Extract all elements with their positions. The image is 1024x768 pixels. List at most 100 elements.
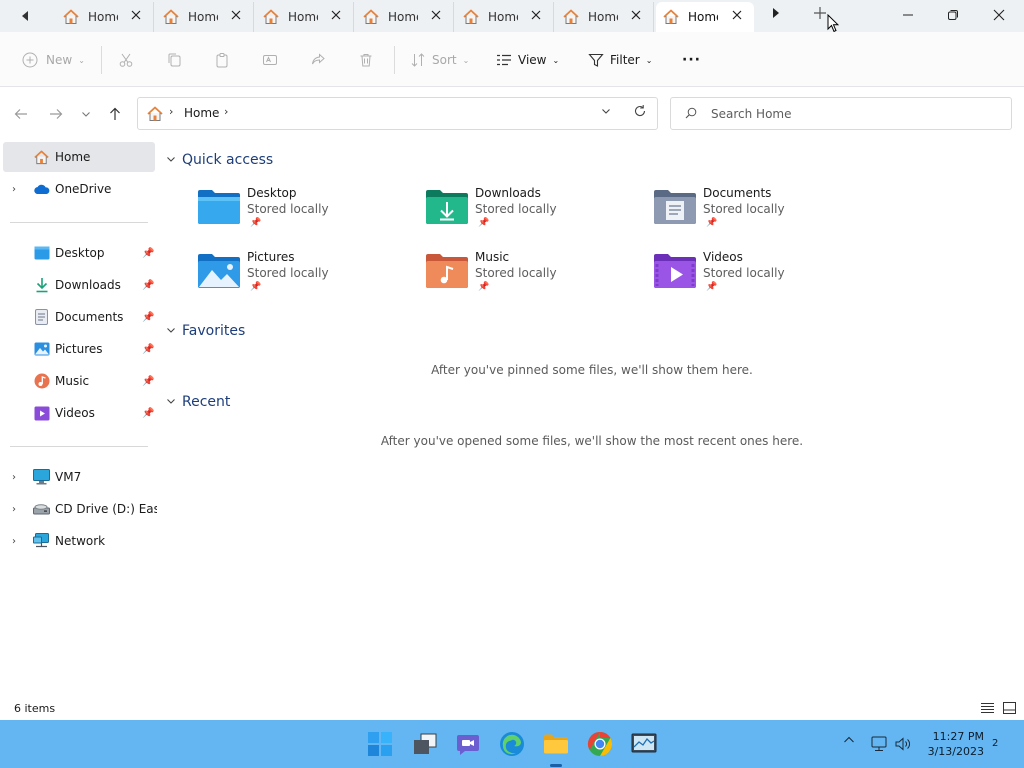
close-tab-button[interactable] — [629, 9, 643, 23]
resource-monitor-button[interactable] — [630, 730, 658, 758]
home-icon — [362, 8, 380, 26]
tab-scroll-left-button[interactable] — [14, 7, 36, 25]
sidebar-item-music[interactable]: Music 📌 — [3, 366, 155, 396]
start-button[interactable] — [366, 730, 394, 758]
close-icon — [631, 10, 641, 20]
tab-home[interactable]: Home — [356, 2, 454, 32]
breadcrumb-chevron-icon[interactable]: › — [224, 105, 228, 118]
chevron-right-icon[interactable]: › — [12, 504, 16, 515]
search-box[interactable]: Search Home — [670, 97, 1012, 130]
recent-locations-button[interactable] — [76, 104, 96, 124]
share-button[interactable] — [308, 48, 328, 72]
tab-home[interactable]: Home — [156, 2, 254, 32]
rename-button[interactable] — [260, 48, 280, 72]
teams-chat-button[interactable] — [454, 730, 482, 758]
sort-button[interactable]: Sort ⌄ — [408, 48, 469, 72]
close-tab-button[interactable] — [529, 9, 543, 23]
share-icon — [308, 50, 328, 70]
favorites-header[interactable]: Favorites — [166, 323, 245, 339]
edge-browser-button[interactable] — [498, 730, 526, 758]
clock[interactable]: 11:27 PM 3/13/2023 — [920, 729, 984, 759]
network-status-button[interactable] — [869, 734, 889, 754]
section-title: Quick access — [182, 152, 274, 168]
sidebar-item-cd-drive[interactable]: › CD Drive (D:) EasyK — [3, 494, 157, 524]
quick-access-name: Pictures — [247, 250, 295, 264]
volume-button[interactable] — [893, 734, 913, 754]
quick-access-name: Videos — [703, 250, 743, 264]
tab-home[interactable]: Home — [656, 2, 754, 32]
chevron-right-icon[interactable]: › — [12, 184, 16, 195]
quick-access-header[interactable]: Quick access — [166, 152, 273, 168]
quick-access-item[interactable]: Pictures Stored locally 📌 — [197, 250, 417, 300]
sidebar-divider — [10, 446, 148, 447]
section-title: Favorites — [182, 323, 246, 339]
sidebar-item-onedrive[interactable]: › OneDrive — [3, 174, 155, 204]
restore-button[interactable] — [930, 0, 976, 30]
quick-access-item[interactable]: Desktop Stored locally 📌 — [197, 186, 417, 236]
chevron-down-icon — [166, 325, 176, 338]
sidebar-item-vm7[interactable]: › VM7 — [3, 462, 155, 492]
address-dropdown-button[interactable] — [601, 106, 611, 119]
back-button[interactable] — [11, 104, 31, 124]
home-icon — [146, 105, 164, 126]
sidebar-item-home[interactable]: Home — [3, 142, 155, 172]
chevron-down-icon — [166, 154, 176, 167]
breadcrumb-home[interactable]: Home — [184, 106, 219, 120]
details-view-button[interactable] — [979, 700, 995, 716]
close-window-button[interactable] — [976, 0, 1022, 30]
quick-access-item[interactable]: Downloads Stored locally 📌 — [425, 186, 645, 236]
cut-button[interactable] — [116, 48, 136, 72]
view-button[interactable]: View ⌄ — [494, 48, 559, 72]
sidebar-item-pictures[interactable]: Pictures 📌 — [3, 334, 155, 364]
pin-icon: 📌 — [250, 218, 262, 228]
close-tab-button[interactable] — [129, 9, 143, 23]
quick-access-item[interactable]: Videos Stored locally 📌 — [653, 250, 873, 300]
sidebar-item-desktop[interactable]: Desktop 📌 — [3, 238, 155, 268]
close-tab-button[interactable] — [429, 9, 443, 23]
quick-access-item[interactable]: Documents Stored locally 📌 — [653, 186, 873, 236]
close-tab-button[interactable] — [229, 9, 243, 23]
tab-home[interactable]: Home — [256, 2, 354, 32]
tab-scroll-right-button[interactable] — [768, 8, 784, 24]
chrome-browser-button[interactable] — [586, 730, 614, 758]
refresh-button[interactable] — [633, 104, 647, 122]
file-explorer-button[interactable] — [542, 730, 570, 767]
caret-left-icon — [22, 11, 28, 21]
delete-button[interactable] — [356, 48, 376, 72]
new-button[interactable]: New ⌄ — [20, 48, 85, 72]
filter-button[interactable]: Filter ⌄ — [586, 48, 652, 72]
chevron-right-icon[interactable]: › — [12, 536, 16, 547]
minimize-button[interactable] — [885, 0, 931, 30]
sidebar-item-videos[interactable]: Videos 📌 — [3, 398, 155, 428]
sidebar-item-downloads[interactable]: Downloads 📌 — [3, 270, 155, 300]
pin-icon: 📌 — [142, 247, 155, 259]
new-button-label: New — [46, 53, 73, 67]
tab-home[interactable]: Home — [556, 2, 654, 32]
large-icons-view-button[interactable] — [1001, 700, 1017, 716]
tab-home[interactable]: Home — [456, 2, 554, 32]
quick-access-item[interactable]: Music Stored locally 📌 — [425, 250, 645, 300]
notification-badge[interactable]: 2 — [992, 738, 998, 749]
show-hidden-icons-button[interactable] — [843, 734, 855, 749]
paste-button[interactable] — [212, 48, 232, 72]
close-tab-button[interactable] — [730, 9, 744, 23]
tab-home[interactable]: Home — [56, 2, 154, 32]
home-icon — [262, 8, 280, 26]
sidebar-divider — [10, 222, 148, 223]
cd-drive-icon — [33, 501, 50, 518]
task-view-button[interactable] — [411, 730, 439, 758]
copy-button[interactable] — [164, 48, 184, 72]
close-tab-button[interactable] — [329, 9, 343, 23]
more-options-button[interactable]: ··· — [682, 48, 701, 72]
recent-header[interactable]: Recent — [166, 394, 230, 410]
sidebar-item-network[interactable]: › Network — [3, 526, 155, 556]
network-icon — [33, 533, 50, 550]
chevron-right-icon[interactable]: › — [12, 472, 16, 483]
sidebar-item-documents[interactable]: Documents 📌 — [3, 302, 155, 332]
forward-button[interactable] — [46, 104, 66, 124]
filter-icon — [586, 50, 606, 70]
breadcrumb-chevron-icon: › — [169, 105, 174, 118]
address-bar[interactable]: › Home › — [137, 97, 658, 130]
sidebar-item-label: Home — [55, 150, 91, 164]
up-button[interactable] — [105, 104, 125, 124]
